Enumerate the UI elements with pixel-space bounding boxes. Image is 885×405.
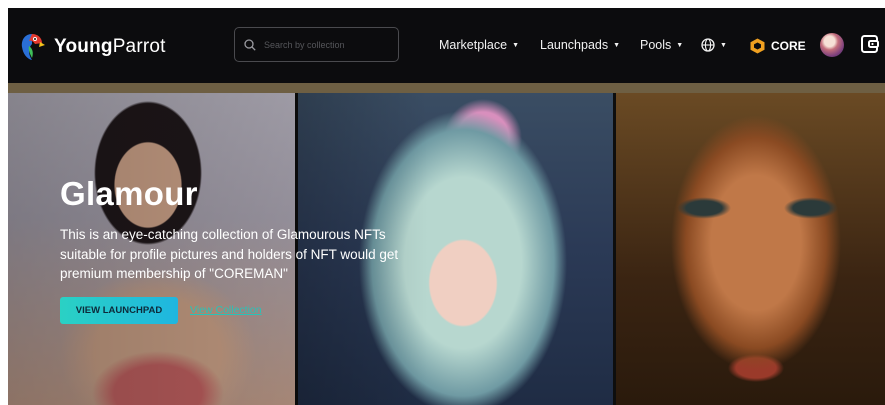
- header-divider-strip: [8, 83, 885, 93]
- view-collection-link[interactable]: View Collection: [190, 304, 262, 316]
- network-selector-core[interactable]: CORE: [750, 38, 806, 54]
- nav-pools-label: Pools: [640, 38, 672, 52]
- nav-marketplace[interactable]: Marketplace ▼: [439, 38, 519, 52]
- top-navbar: YoungParrot Marketplace ▼ Launchpads ▼ P…: [8, 8, 885, 83]
- globe-icon: [701, 38, 715, 52]
- chevron-down-icon: ▼: [613, 41, 621, 49]
- network-label: CORE: [771, 39, 806, 53]
- view-launchpad-button[interactable]: VIEW LAUNCHPAD: [60, 297, 178, 324]
- hero-banner: Glamour This is an eye-catching collecti…: [8, 93, 885, 405]
- language-selector[interactable]: ▼: [701, 38, 727, 52]
- nav-launchpads[interactable]: Launchpads ▼: [540, 38, 620, 52]
- hero-title: Glamour: [60, 175, 198, 212]
- user-avatar[interactable]: [820, 33, 844, 57]
- home-logo-link[interactable]: YoungParrot: [18, 32, 166, 62]
- hero-description: This is an eye-catching collection of Gl…: [60, 227, 399, 281]
- search-box[interactable]: [234, 27, 399, 62]
- wallet-button[interactable]: [860, 34, 880, 59]
- search-input[interactable]: [262, 38, 386, 51]
- hero-nft-image-3: [613, 93, 885, 405]
- parrot-logo-icon: [21, 34, 45, 60]
- chevron-down-icon: ▼: [720, 41, 727, 49]
- nav-marketplace-label: Marketplace: [439, 38, 508, 52]
- search-icon: [244, 38, 256, 51]
- brand-name: YoungParrot: [54, 36, 166, 57]
- chevron-down-icon: ▼: [512, 41, 520, 49]
- nav-launchpads-label: Launchpads: [540, 38, 609, 52]
- nav-pools[interactable]: Pools ▼: [640, 38, 683, 52]
- chevron-down-icon: ▼: [676, 41, 684, 49]
- core-hexagon-icon: [750, 38, 765, 54]
- wallet-icon: [861, 35, 879, 53]
